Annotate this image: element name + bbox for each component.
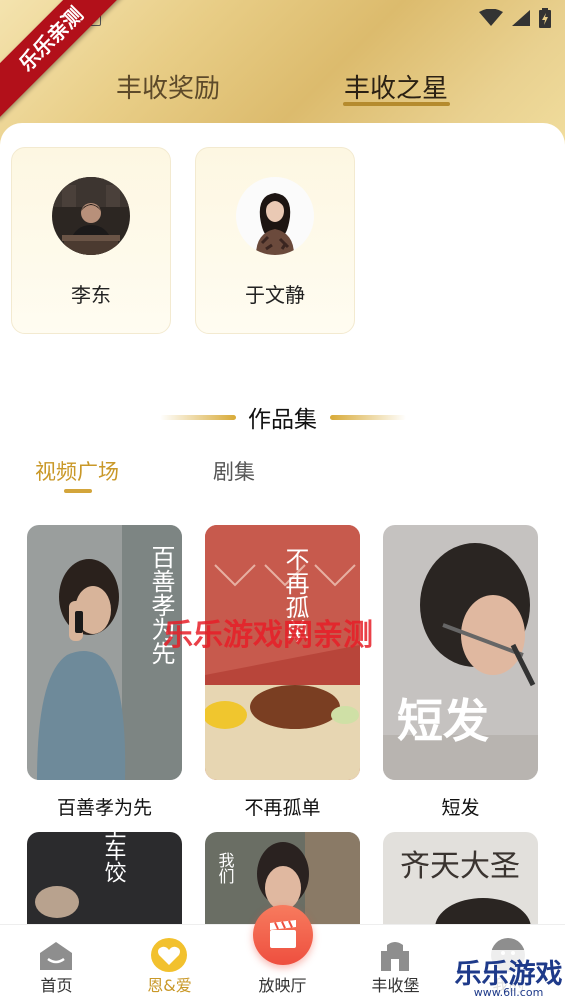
nav-label: 恩&爱 — [147, 976, 192, 995]
poster-calligraphy-text: 我们 — [216, 852, 235, 885]
avatar — [236, 177, 314, 255]
video-poster[interactable]: 齐天大圣 — [383, 832, 538, 932]
wifi-icon — [479, 9, 503, 26]
watermark-url: www.6ll.com — [473, 986, 544, 999]
poster-calligraphy-text: 齐天大圣 — [400, 849, 520, 884]
video-title[interactable]: 短发 — [383, 793, 538, 820]
nav-label: 首页 — [40, 976, 73, 995]
home-icon — [40, 942, 72, 970]
nav-label: 放映厅 — [258, 976, 307, 995]
nav-item-home[interactable]: 首页 — [0, 925, 113, 1004]
poster-calligraphy-text: 上车饺 — [101, 832, 127, 883]
video-poster[interactable]: 百善孝为先 — [27, 525, 182, 780]
status-icons — [479, 8, 551, 28]
video-title[interactable]: 不再孤单 — [205, 793, 360, 820]
star-card[interactable]: 于文静 — [195, 147, 355, 334]
center-watermark: 乐乐游戏网亲测 — [163, 618, 373, 653]
nav-item-theater[interactable]: 放映厅 — [226, 905, 339, 1004]
avatar-man-image — [52, 177, 130, 255]
works-section-header: 作品集 — [0, 396, 565, 436]
star-name: 李东 — [71, 283, 111, 307]
star-name: 于文静 — [245, 283, 305, 307]
title-decoration-right — [330, 415, 406, 420]
main-content: 李东 于文静 作品集 视频广场 剧集 百善孝为先 不再孤单 短发 百善孝为先 不… — [0, 123, 565, 1004]
poster-calligraphy-text: 短发 — [397, 694, 489, 748]
tab-harvest-rewards[interactable]: 丰收奖励 — [116, 68, 220, 105]
section-title: 作品集 — [248, 407, 317, 433]
top-tab-bar: 丰收奖励 丰收之星 — [0, 60, 565, 112]
video-title[interactable]: 百善孝为先 — [27, 793, 182, 820]
signal-icon — [512, 10, 530, 26]
nav-label: 丰收堡 — [371, 976, 420, 995]
active-tab-underline — [343, 102, 450, 106]
tab-harvest-stars[interactable]: 丰收之星 — [344, 68, 448, 105]
poster-image: 上车饺 — [27, 832, 182, 932]
tab-video-square[interactable]: 视频广场 — [35, 456, 119, 486]
nav-item-love[interactable]: 恩&爱 — [113, 925, 226, 1004]
video-poster[interactable]: 短发 — [383, 525, 538, 780]
video-poster[interactable]: 上车饺 — [27, 832, 182, 932]
tab-series[interactable]: 剧集 — [213, 456, 255, 486]
avatar — [52, 177, 130, 255]
avatar-woman-image — [236, 177, 314, 255]
poster-image: 短发 — [383, 525, 538, 780]
sub-tab-underline — [64, 489, 92, 493]
battery-icon — [539, 8, 551, 28]
poster-image: 齐天大圣 — [383, 832, 538, 932]
clapperboard-icon — [270, 920, 296, 948]
poster-image: 百善孝为先 — [27, 525, 182, 780]
theater-button[interactable] — [253, 905, 313, 965]
nav-item-castle[interactable]: 丰收堡 — [339, 925, 452, 1004]
star-card[interactable]: 李东 — [11, 147, 171, 334]
bottom-right-watermark: 乐乐游戏 www.6ll.com — [452, 950, 565, 1004]
heart-icon — [151, 938, 187, 972]
castle-icon — [381, 942, 409, 971]
